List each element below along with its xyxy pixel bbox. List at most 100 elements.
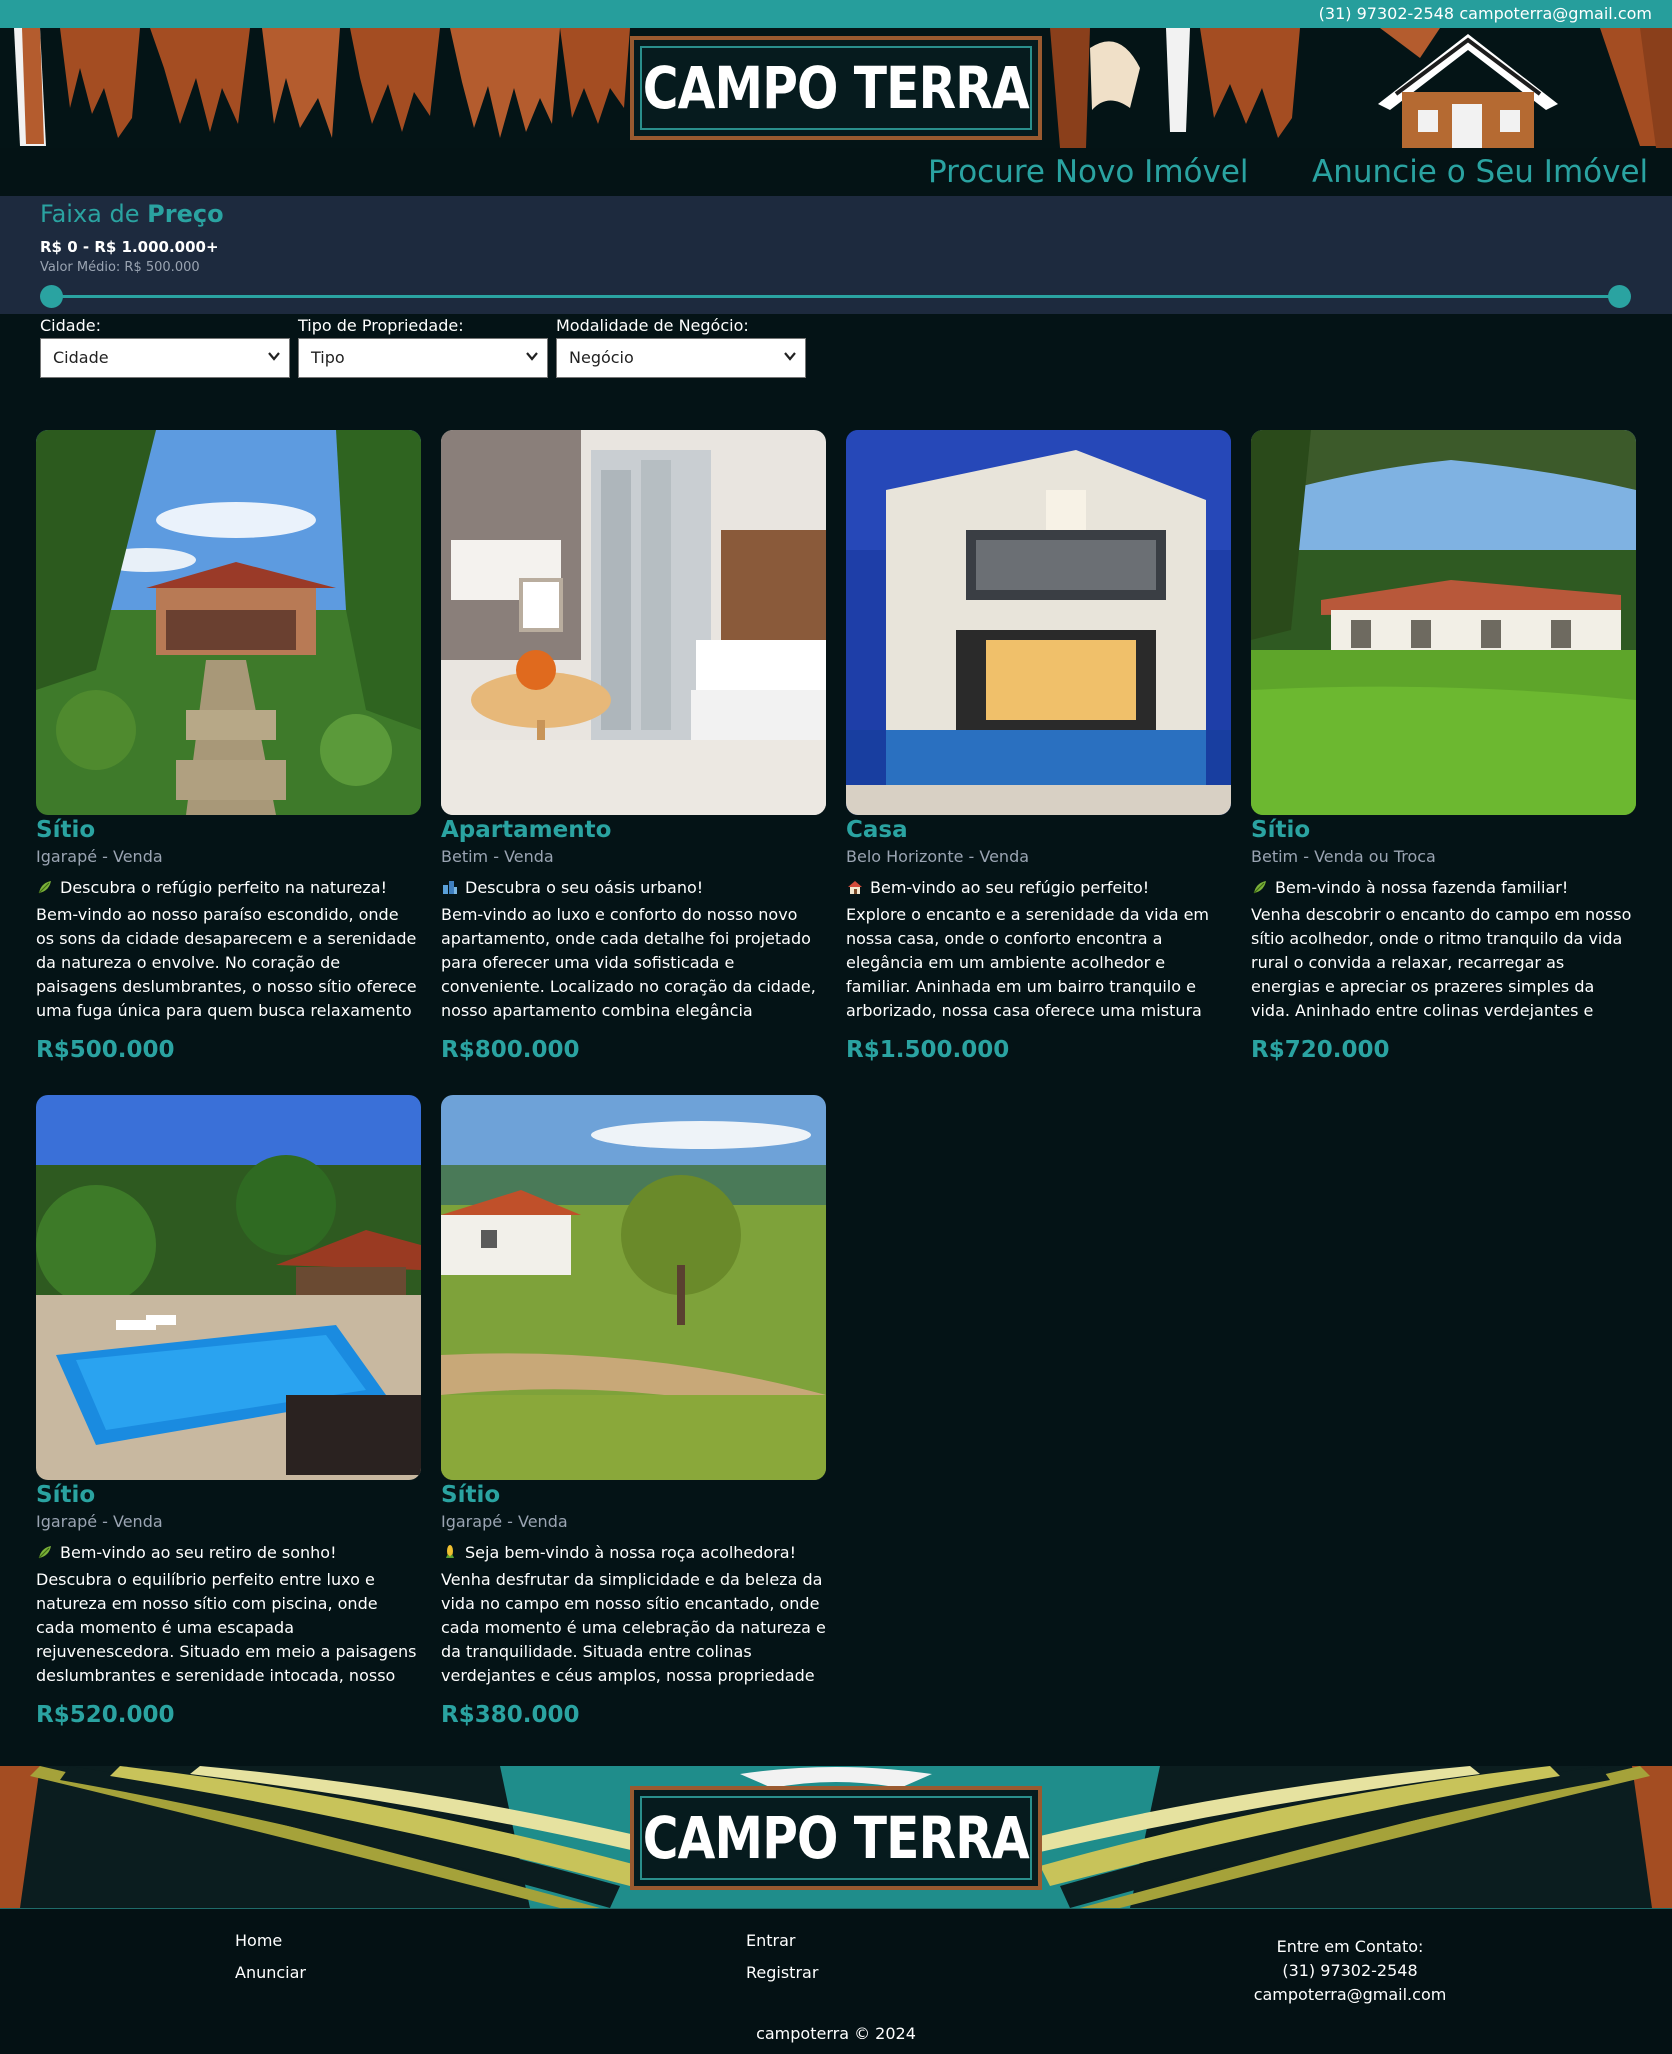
city-select[interactable]: Cidade [40,338,290,378]
top-email[interactable]: campoterra@gmail.com [1459,4,1652,23]
property-tagline: Bem-vindo ao seu refúgio perfeito! [846,871,1231,903]
footer-contact-title: Entre em Contato: [1276,1937,1424,1956]
property-tagline: Descubra o refúgio perfeito na natureza! [36,871,421,903]
property-title[interactable]: Sítio [1251,817,1636,847]
footer-anunciar-link[interactable]: Anunciar [235,1963,306,1982]
property-title[interactable]: Sítio [36,1482,421,1512]
property-photo[interactable] [36,430,421,815]
property-description: Bem-vindo ao nosso paraíso escondido, on… [36,905,417,1020]
footer-contact: Entre em Contato: (31) 97302-2548 campot… [1200,1935,1500,2007]
property-photo[interactable] [1251,430,1636,815]
corn-icon [441,1543,459,1561]
footer-registrar-link[interactable]: Registrar [746,1963,818,1982]
price-slider-max-handle[interactable] [1608,285,1631,308]
property-tagline-text: Bem-vindo ao seu refúgio perfeito! [870,877,1150,897]
leaf-icon [1251,878,1269,896]
property-tagline: Seja bem-vindo à nossa roça acolhedora! [441,1536,826,1568]
city-filter-label: Cidade: [40,316,101,335]
property-title[interactable]: Apartamento [441,817,826,847]
property-price: R$1.500.000 [846,1037,1010,1063]
property-card[interactable]: Sítio Igarapé - Venda Bem-vindo ao seu r… [36,1095,421,1728]
property-tagline: Bem-vindo ao seu retiro de sonho! [36,1536,421,1568]
property-tagline-text: Bem-vindo à nossa fazenda familiar! [1275,877,1569,897]
property-location: Betim - Venda [441,847,554,866]
footer-logo[interactable]: CAMPO TERRA [630,1786,1042,1890]
property-location: Betim - Venda ou Troca [1251,847,1436,866]
property-description: Venha descobrir o encanto do campo em no… [1251,905,1632,1020]
logo-text: CAMPO TERRA [642,54,1030,122]
nav-anuncie-link[interactable]: Anuncie o Seu Imóvel [1312,154,1648,190]
property-tagline: Descubra o seu oásis urbano! [441,871,826,903]
property-tagline-text: Descubra o refúgio perfeito na natureza! [60,877,387,897]
type-select[interactable]: Tipo [298,338,548,378]
top-phone[interactable]: (31) 97302-2548 [1319,4,1454,23]
footer-contact-phone[interactable]: (31) 97302-2548 [1200,1959,1500,1983]
property-location: Igarapé - Venda [36,847,163,866]
property-price: R$720.000 [1251,1037,1390,1063]
type-select-value: Tipo [311,348,345,367]
property-photo[interactable] [441,430,826,815]
price-average-label: Valor Médio: R$ 500.000 [40,260,200,275]
price-title-prefix: Faixa de [40,200,140,228]
footer-copyright: campoterra © 2024 [756,2024,916,2043]
price-slider-track[interactable] [52,295,1618,298]
price-title-bold: Preço [147,200,224,228]
property-tagline-text: Descubra o seu oásis urbano! [465,877,704,897]
house-icon [846,878,864,896]
property-description: Bem-vindo ao luxo e conforto do nosso no… [441,905,816,1020]
header-banner: CAMPO TERRA [0,28,1672,148]
type-filter: Tipo de Propriedade: Tipo [298,316,548,378]
property-title[interactable]: Sítio [36,817,421,847]
business-select[interactable]: Negócio [556,338,806,378]
price-filter-panel: Faixa de Preço R$ 0 - R$ 1.000.000+ Valo… [0,196,1672,314]
nav-procure-link[interactable]: Procure Novo Imóvel [928,154,1249,190]
property-card[interactable]: Sítio Igarapé - Venda Descubra o refúgio… [36,430,421,1063]
property-card[interactable]: Sítio Betim - Venda ou Troca Bem-vindo à… [1251,430,1636,1063]
chevron-down-icon [526,352,538,361]
city-select-value: Cidade [53,348,109,367]
leaf-icon [36,878,54,896]
business-filter: Modalidade de Negócio: Negócio [556,316,806,378]
property-tagline-text: Bem-vindo ao seu retiro de sonho! [60,1542,337,1562]
top-contact-bar: (31) 97302-2548 campoterra@gmail.com [0,0,1672,28]
property-price: R$500.000 [36,1037,175,1063]
city-icon [441,878,459,896]
property-title[interactable]: Sítio [441,1482,826,1512]
chevron-down-icon [268,352,280,361]
property-photo[interactable] [441,1095,826,1480]
logo-text: CAMPO TERRA [642,1804,1030,1872]
type-filter-label: Tipo de Propriedade: [298,316,464,335]
property-price: R$520.000 [36,1702,175,1728]
property-photo[interactable] [36,1095,421,1480]
main-nav: Procure Novo Imóvel Anuncie o Seu Imóvel [0,148,1672,196]
business-filter-label: Modalidade de Negócio: [556,316,749,335]
property-card[interactable]: Apartamento Betim - Venda Descubra o seu… [441,430,826,1063]
price-slider-min-handle[interactable] [40,285,63,308]
property-description: Venha desfrutar da simplicidade e da bel… [441,1570,826,1685]
property-card[interactable]: Casa Belo Horizonte - Venda Bem-vindo ao… [846,430,1231,1063]
chevron-down-icon [784,352,796,361]
property-location: Igarapé - Venda [441,1512,568,1531]
price-range-label: R$ 0 - R$ 1.000.000+ [40,238,219,256]
property-location: Igarapé - Venda [36,1512,163,1531]
property-tagline: Bem-vindo à nossa fazenda familiar! [1251,871,1636,903]
property-description: Explore o encanto e a serenidade da vida… [846,905,1210,1020]
property-photo[interactable] [846,430,1231,815]
footer: Home Anunciar Entrar Registrar Entre em … [0,1908,1672,2054]
leaf-icon [36,1543,54,1561]
property-title[interactable]: Casa [846,817,1231,847]
business-select-value: Negócio [569,348,634,367]
city-filter: Cidade: Cidade [40,316,290,378]
footer-home-link[interactable]: Home [235,1931,282,1950]
property-card[interactable]: Sítio Igarapé - Venda Seja bem-vindo à n… [441,1095,826,1728]
property-price: R$380.000 [441,1702,580,1728]
price-filter-title: Faixa de Preço [40,200,224,228]
property-price: R$800.000 [441,1037,580,1063]
property-tagline-text: Seja bem-vindo à nossa roça acolhedora! [465,1542,796,1562]
header-logo[interactable]: CAMPO TERRA [630,36,1042,140]
footer-entrar-link[interactable]: Entrar [746,1931,795,1950]
property-location: Belo Horizonte - Venda [846,847,1030,866]
footer-contact-email[interactable]: campoterra@gmail.com [1200,1983,1500,2007]
property-description: Descubra o equilíbrio perfeito entre lux… [36,1570,417,1685]
footer-banner: CAMPO TERRA [0,1766,1672,1908]
